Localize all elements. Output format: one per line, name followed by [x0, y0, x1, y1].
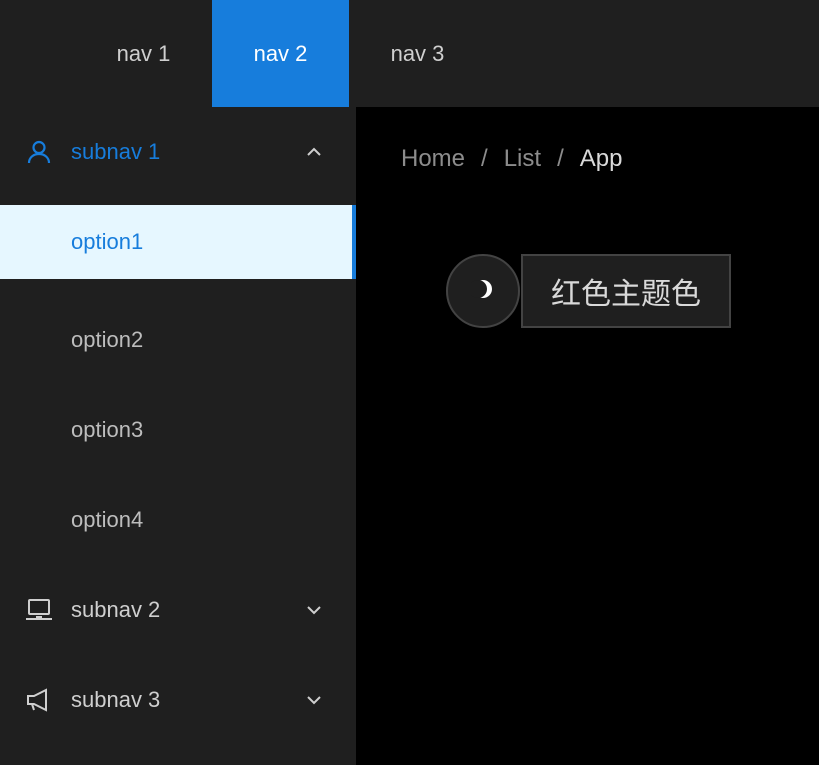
submenu-label: subnav 1: [71, 139, 161, 164]
menu-option-3[interactable]: option3: [0, 385, 356, 475]
nav-item-1[interactable]: nav 1: [75, 0, 212, 107]
submenu-subnav-3[interactable]: subnav 3: [0, 655, 356, 745]
chevron-down-icon: [303, 689, 325, 711]
option-label: option1: [71, 229, 144, 254]
top-header: nav 1 nav 2 nav 3: [0, 0, 819, 107]
user-icon: [25, 138, 53, 166]
breadcrumb-app: App: [579, 145, 623, 172]
breadcrumb-list[interactable]: List: [504, 145, 541, 173]
submenu-label: subnav 3: [71, 687, 161, 712]
main-content: Home / List / App 红色主题色: [356, 107, 819, 765]
laptop-icon: [25, 596, 53, 624]
notification-icon: [25, 686, 53, 714]
breadcrumb: Home / List / App: [401, 145, 622, 173]
breadcrumb-separator: /: [481, 145, 488, 172]
chevron-up-icon: [303, 141, 325, 163]
nav-item-2[interactable]: nav 2: [212, 0, 349, 107]
menu-option-4[interactable]: option4: [0, 475, 356, 565]
dark-mode-toggle[interactable]: [446, 254, 520, 328]
nav-item-3[interactable]: nav 3: [349, 0, 486, 107]
menu-option-1[interactable]: option1: [0, 205, 358, 279]
moon-icon: [469, 277, 495, 306]
menu-option-2[interactable]: option2: [0, 295, 356, 385]
red-theme-button[interactable]: 红色主题色: [521, 254, 731, 328]
submenu-subnav-2[interactable]: subnav 2: [0, 565, 356, 655]
option-label: option2: [71, 327, 144, 352]
sidebar-menu: subnav 1 option1 option2 option3 option4…: [0, 107, 358, 765]
breadcrumb-home[interactable]: Home: [401, 145, 465, 173]
submenu-subnav-1[interactable]: subnav 1: [0, 107, 356, 197]
breadcrumb-separator: /: [557, 145, 564, 172]
submenu-label: subnav 2: [71, 597, 161, 622]
option-label: option4: [71, 507, 144, 532]
option-label: option3: [71, 417, 144, 442]
chevron-down-icon: [303, 599, 325, 621]
